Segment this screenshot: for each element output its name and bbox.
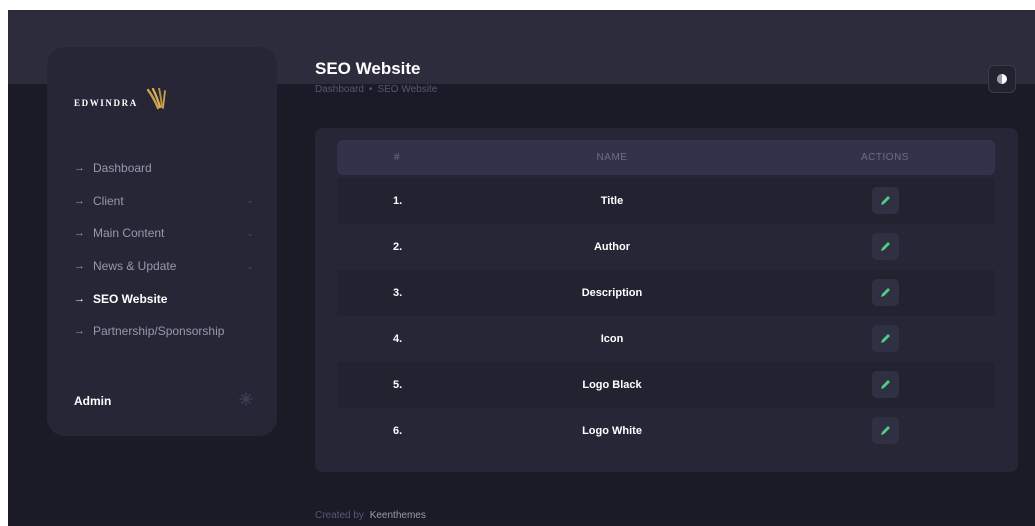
edit-button[interactable] <box>872 279 899 306</box>
breadcrumb: Dashboard • SEO Website <box>315 84 437 95</box>
sidebar-item-news-update[interactable]: → News & Update ⌄ <box>74 250 254 283</box>
table-row: 2. Author <box>337 224 995 270</box>
arrow-right-icon: → <box>74 162 85 175</box>
sidebar-item-client[interactable]: → Client ⌄ <box>74 185 254 218</box>
table-row: 4. Icon <box>337 316 995 362</box>
row-actions <box>872 325 899 352</box>
row-actions <box>872 187 899 214</box>
table-row: 6. Logo White <box>337 408 995 454</box>
footer: Created by Keenthemes <box>315 510 426 521</box>
row-number: 4. <box>393 333 403 345</box>
pencil-icon <box>881 196 890 205</box>
sidebar-item-label: Dashboard <box>93 161 152 176</box>
footer-link[interactable]: Keenthemes <box>370 510 426 521</box>
theme-toggle-button[interactable] <box>988 65 1016 93</box>
table-header: # NAME ACTIONS <box>337 140 995 175</box>
sidebar-item-label: News & Update <box>93 259 177 274</box>
logo-text: EDWINDRA <box>74 98 138 108</box>
table-row: 1. Title <box>337 178 995 224</box>
row-number: 3. <box>393 287 403 299</box>
sidebar-item-partnership[interactable]: → Partnership/Sponsorship <box>74 315 254 348</box>
row-name: Author <box>593 241 631 253</box>
arrow-right-icon: → <box>74 227 85 240</box>
wheat-logo-icon <box>146 88 166 110</box>
chevron-down-icon: ⌄ <box>246 260 254 271</box>
table-row: 5. Logo Black <box>337 362 995 408</box>
app-frame: EDWINDRA → Dashboard → Client ⌄ → Main C… <box>8 10 1035 526</box>
row-name: Logo White <box>582 425 642 437</box>
arrow-right-icon: → <box>74 260 85 273</box>
pencil-icon <box>881 380 890 389</box>
row-name: Icon <box>600 333 624 345</box>
breadcrumb-separator: • <box>368 84 373 95</box>
chevron-down-icon: ⌄ <box>246 227 254 238</box>
row-actions <box>872 417 899 444</box>
moon-icon <box>997 74 1007 84</box>
pencil-icon <box>881 426 890 435</box>
user-name[interactable]: Admin <box>74 394 111 408</box>
column-header-number: # <box>393 152 401 163</box>
edit-button[interactable] <box>872 325 899 352</box>
row-name: Title <box>600 195 624 207</box>
row-actions <box>872 279 899 306</box>
sidebar-item-seo-website[interactable]: → SEO Website <box>74 282 254 315</box>
row-name: Description <box>581 287 643 299</box>
row-number: 5. <box>393 379 403 391</box>
sidebar-item-main-content[interactable]: → Main Content ⌄ <box>74 217 254 250</box>
edit-button[interactable] <box>872 417 899 444</box>
seo-table-card: # NAME ACTIONS 1. Title 2. Author 3. Des… <box>315 128 1018 472</box>
edit-button[interactable] <box>872 371 899 398</box>
column-header-actions: ACTIONS <box>861 152 909 163</box>
arrow-right-icon: → <box>74 194 85 207</box>
breadcrumb-item-current: SEO Website <box>377 84 438 95</box>
sidebar-item-label: Main Content <box>93 226 165 241</box>
pencil-icon <box>881 288 890 297</box>
row-number: 1. <box>393 195 403 207</box>
sidebar-item-label: Partnership/Sponsorship <box>93 324 225 339</box>
row-actions <box>872 371 899 398</box>
page-title: SEO Website <box>315 59 421 78</box>
sidebar: EDWINDRA → Dashboard → Client ⌄ → Main C… <box>47 47 277 436</box>
row-number: 2. <box>393 241 403 253</box>
column-header-name: NAME <box>596 152 628 163</box>
table-row: 3. Description <box>337 270 995 316</box>
edit-button[interactable] <box>872 233 899 260</box>
arrow-right-icon: → <box>74 292 85 305</box>
row-name: Logo Black <box>582 379 642 391</box>
pencil-icon <box>881 334 890 343</box>
sidebar-item-label: Client <box>93 193 124 208</box>
breadcrumb-item-dashboard[interactable]: Dashboard <box>315 84 364 95</box>
chevron-down-icon: ⌄ <box>246 195 254 206</box>
arrow-right-icon: → <box>74 325 85 338</box>
sidebar-item-dashboard[interactable]: → Dashboard <box>74 152 254 185</box>
footer-prefix: Created by <box>315 510 364 521</box>
row-actions <box>872 233 899 260</box>
pencil-icon <box>881 242 890 251</box>
edit-button[interactable] <box>872 187 899 214</box>
gear-icon[interactable] <box>239 392 253 406</box>
logo[interactable]: EDWINDRA <box>74 88 170 110</box>
sidebar-nav: → Dashboard → Client ⌄ → Main Content ⌄ … <box>74 152 254 348</box>
sidebar-item-label: SEO Website <box>93 291 168 306</box>
row-number: 6. <box>393 425 403 437</box>
